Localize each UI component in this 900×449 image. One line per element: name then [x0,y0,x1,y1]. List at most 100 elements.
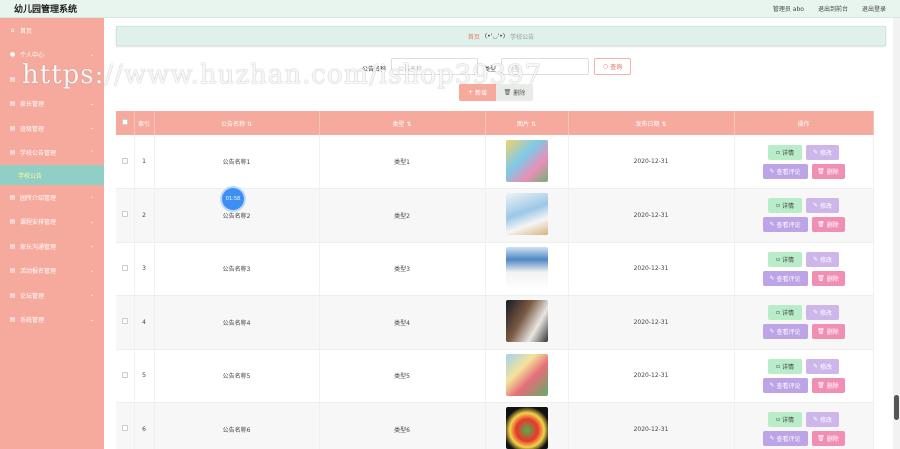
delete-button[interactable]: 🗑 删除 [811,270,845,286]
sidebar-item-activities[interactable]: ▤ 活动报名管理 ⌄ [0,259,104,284]
delete-button[interactable]: 🗑 删除 [811,324,845,340]
notice-thumbnail[interactable] [505,300,548,343]
col-image[interactable]: 图片 ⇅ [485,111,569,135]
edit-button[interactable]: ✎ 修改 [806,198,839,214]
row-select-cell[interactable] [116,188,135,243]
detail-button-label: 详情 [782,363,795,371]
list-icon: ▤ [9,124,16,132]
sidebar-item-label: 系统管理 [20,317,45,325]
pencil-icon: ✎ [812,148,818,156]
sort-icon: ⇅ [406,120,412,128]
trash-icon: 🗑 [817,221,825,229]
row-select-cell[interactable] [116,349,135,403]
row-date: 2020-12-31 [568,349,735,403]
chevron-down-icon: ⌄ [89,218,94,225]
edit-button[interactable]: ✎ 修改 [806,358,839,374]
row-checkbox[interactable] [121,371,128,378]
view-comments-button[interactable]: ✎ 查看评论 [762,163,808,179]
sidebar-item-system[interactable]: ▤ 系统管理 ⌄ [0,308,104,333]
sidebar-item-label: 个人中心 [20,52,45,60]
col-name[interactable]: 公告名称 ⇅ [154,111,320,135]
logout-link[interactable]: 退出登录 [862,4,886,13]
row-select-cell[interactable] [116,295,135,350]
row-action-group: ▫ 详情 ✎ 修改 ✎ 查看评论 🗑 删除 [735,144,873,179]
list-icon: ▤ [9,242,16,250]
detail-button[interactable]: ▫ 详情 [768,251,802,267]
edit-button-label: 修改 [820,149,833,157]
pencil-icon: ✎ [812,255,818,263]
timer-badge[interactable]: 01:58 [222,188,244,210]
row-select-cell[interactable] [116,402,135,449]
select-all-checkbox[interactable] [121,119,128,125]
row-select-cell[interactable] [116,135,135,189]
breadcrumb-home[interactable]: 首页 [468,32,480,41]
to-front-link[interactable]: 退出到前台 [818,4,848,13]
edit-button[interactable]: ✎ 修改 [806,412,839,428]
table-row: 4 公告名称4 类型4 2020-12-31 ▫ 详情 ✎ 修改 ✎ 查看评论 🗑 删除 [116,295,874,350]
doc-icon: ▫ [775,362,781,370]
view-comments-button-label: 查看评论 [776,382,801,390]
select-all-cell[interactable] [116,111,135,135]
trash-icon: 🗑 [817,167,825,175]
row-checkbox[interactable] [121,211,128,218]
notice-thumbnail[interactable] [505,193,548,236]
view-comments-button[interactable]: ✎ 查看评论 [762,270,808,286]
col-date[interactable]: 发布日期 ⇅ [568,111,735,135]
chevron-down-icon: ⌄ [89,51,94,58]
sidebar-item-parents[interactable]: ▤ 家长管理 ⌄ [0,92,104,117]
doc-icon: ▫ [775,255,781,263]
row-name: 公告名称5 [154,349,320,403]
col-date-label: 发布日期 [635,120,660,128]
sidebar-item-home[interactable]: ⌂ 首页 [0,18,104,43]
detail-button-label: 详情 [782,310,795,318]
sidebar-item-intro[interactable]: ▤ 园所介绍管理 ⌄ [0,185,104,210]
detail-button[interactable]: ▫ 详情 [768,198,802,214]
row-checkbox[interactable] [121,425,128,432]
edit-button[interactable]: ✎ 修改 [806,144,839,160]
view-comments-button[interactable]: ✎ 查看评论 [762,324,808,340]
notice-thumbnail[interactable] [505,246,548,289]
row-type: 类型6 [319,402,486,449]
delete-button[interactable]: 🗑 删除 [811,377,845,393]
edit-button[interactable]: ✎ 修改 [806,305,839,321]
view-comments-button[interactable]: ✎ 查看评论 [762,217,808,233]
row-checkbox[interactable] [121,157,128,164]
row-image-cell [485,402,569,449]
sidebar-item-classes[interactable]: ▤ 班级管理 ⌄ [0,116,104,141]
trash-icon: 🗑 [817,274,825,282]
delete-button[interactable]: 🗑 删除 [811,431,845,447]
chevron-down-icon: ⌄ [89,100,94,107]
row-checkbox[interactable] [121,318,128,325]
notice-thumbnail[interactable] [505,407,548,449]
delete-button[interactable]: 🗑 删除 [811,163,845,179]
watermark-text: https://www.huzhan.com/ishop39397 [22,60,543,90]
pencil-icon: ✎ [769,221,775,229]
delete-button-label: 删除 [826,168,839,176]
view-comments-button[interactable]: ✎ 查看评论 [762,431,808,447]
notice-thumbnail[interactable] [505,139,548,182]
view-comments-button[interactable]: ✎ 查看评论 [762,377,808,393]
sidebar-item-notices[interactable]: ▤ 学校公告管理 ⌃ [0,141,104,166]
query-button[interactable]: ○ 查询 [594,58,631,75]
row-date: 2020-12-31 [568,402,735,449]
table-header: 索引 公告名称 ⇅ 类型 ⇅ 图片 ⇅ 发布日期 ⇅ 操作 [116,111,874,135]
page-scrollbar[interactable] [893,18,900,449]
list-icon: ▤ [9,75,16,83]
delete-button[interactable]: 🗑 删除 [811,217,845,233]
detail-button[interactable]: ▫ 详情 [768,412,802,428]
row-select-cell[interactable] [116,242,135,296]
scrollbar-thumb[interactable] [894,395,899,420]
row-checkbox[interactable] [121,264,128,271]
col-type[interactable]: 类型 ⇅ [319,111,486,135]
notice-thumbnail[interactable] [505,353,548,396]
sidebar-subitem-notice[interactable]: 学校公告 [0,165,104,185]
detail-button[interactable]: ▫ 详情 [768,358,802,374]
edit-button[interactable]: ✎ 修改 [806,251,839,267]
sidebar-item-courses[interactable]: ▤ 课程安排管理 ⌄ [0,210,104,235]
sidebar-item-forum[interactable]: ▤ 论坛管理 ⌄ [0,283,104,308]
delete-button-label: 删除 [826,222,839,230]
detail-button[interactable]: ▫ 详情 [768,144,802,160]
row-action-line: ✎ 查看评论 🗑 删除 [762,217,845,233]
detail-button[interactable]: ▫ 详情 [768,305,802,321]
sidebar-item-communication[interactable]: ▤ 家长沟通管理 ⌄ [0,234,104,259]
